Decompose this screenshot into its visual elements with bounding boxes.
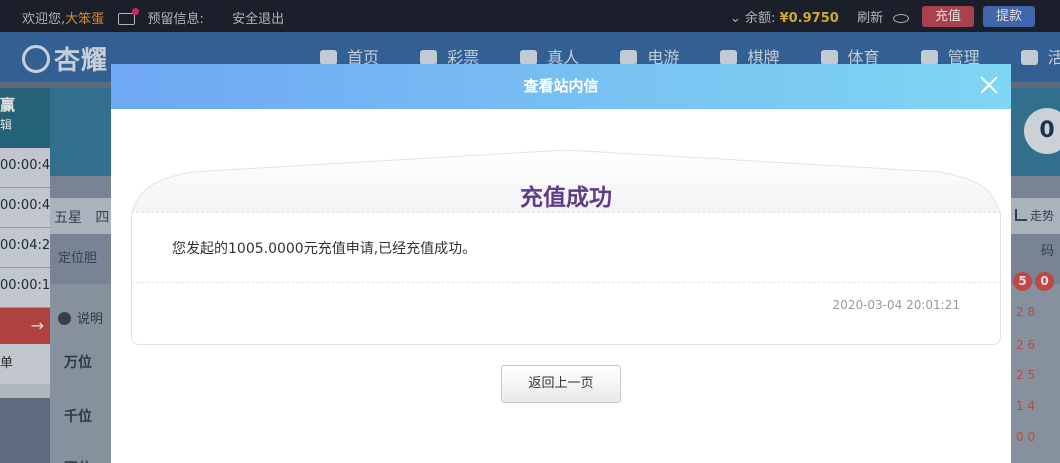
message-card (131, 212, 1001, 345)
message-heading: 充值成功 (520, 185, 612, 211)
divider (131, 212, 1001, 213)
modal-header: 查看站内信 (111, 64, 1011, 109)
message-timestamp: 2020-03-04 20:01:21 (832, 298, 960, 312)
message-modal: 查看站内信 充值成功 您发起的1005.0000元充值申请,已经充值成功。 20… (111, 64, 1011, 463)
close-icon[interactable] (977, 73, 1001, 97)
message-body: 您发起的1005.0000元充值申请,已经充值成功。 (172, 241, 477, 257)
divider (131, 282, 1001, 283)
message-envelope: 充值成功 您发起的1005.0000元充值申请,已经充值成功。 2020-03-… (131, 150, 1001, 345)
back-button[interactable]: 返回上一页 (501, 365, 621, 403)
modal-title: 查看站内信 (523, 77, 599, 95)
